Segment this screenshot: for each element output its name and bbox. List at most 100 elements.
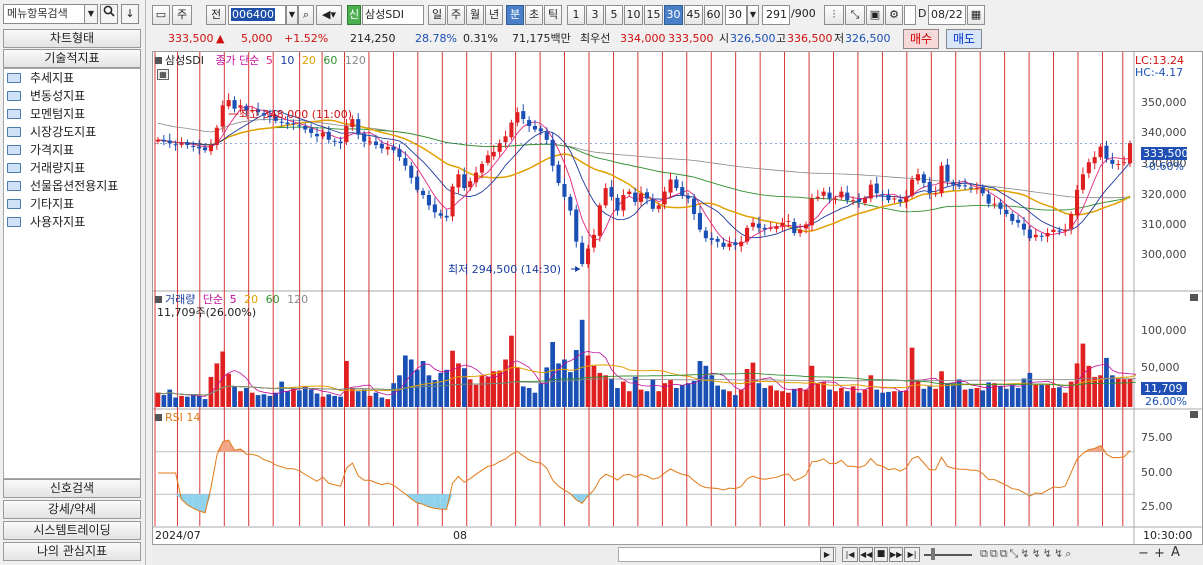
candle-body bbox=[644, 192, 649, 199]
volume-bar bbox=[267, 395, 273, 407]
grid-settings-icon[interactable]: ▦ bbox=[157, 69, 169, 80]
folder-icon bbox=[7, 127, 21, 137]
speaker-icon[interactable]: ◀▾ bbox=[316, 5, 342, 25]
period-toggle[interactable]: 주 bbox=[172, 5, 192, 25]
zoom-slider-thumb[interactable] bbox=[931, 548, 935, 560]
interval-60[interactable]: 60 bbox=[704, 5, 723, 25]
candle-body bbox=[750, 222, 755, 227]
menu-search-input[interactable]: 메뉴항목검색 bbox=[3, 4, 87, 24]
tree-item-volume[interactable]: 거래량지표 bbox=[4, 159, 140, 177]
chart-canvas[interactable] bbox=[153, 52, 1203, 546]
legend-ma10: 10 bbox=[280, 54, 295, 67]
date-checkbox[interactable] bbox=[904, 5, 916, 25]
search-dropdown-icon[interactable]: ▼ bbox=[84, 4, 98, 24]
candle-body bbox=[497, 143, 502, 152]
indicator-panel: 메뉴항목검색 ▼ ↓ 차트형태 기술적지표 추세지표 변동성지표 모멘텀지표 시… bbox=[0, 0, 146, 565]
horizontal-scrollbar[interactable] bbox=[618, 547, 836, 562]
calendar-icon[interactable]: ▦ bbox=[967, 5, 985, 25]
interval-30[interactable]: 30 bbox=[664, 5, 683, 25]
tree-item-volatility[interactable]: 변동성지표 bbox=[4, 87, 140, 105]
candle-body bbox=[733, 242, 738, 246]
close-volume-panel-icon[interactable] bbox=[1190, 294, 1198, 301]
prev-button[interactable]: 전 bbox=[206, 5, 226, 25]
drawing-tools[interactable]: ⧉⧉⧉⤡↯↯↯↯⌕ bbox=[980, 547, 1136, 562]
candle-body bbox=[326, 131, 331, 140]
font-size-icon[interactable]: A bbox=[1171, 545, 1180, 560]
search-icon[interactable] bbox=[100, 4, 118, 24]
scroll-right-icon[interactable]: ▶ bbox=[820, 547, 834, 562]
volume-bar bbox=[1121, 379, 1127, 407]
stock-code-input[interactable]: 006400 bbox=[228, 5, 286, 25]
interval-15[interactable]: 15 bbox=[644, 5, 663, 25]
volume-bar bbox=[892, 391, 897, 407]
tree-item-futures-options[interactable]: 선물옵션전용지표 bbox=[4, 177, 140, 195]
tree-item-user[interactable]: 사용자지표 bbox=[4, 213, 140, 231]
period-year[interactable]: 년 bbox=[485, 5, 503, 25]
tree-item-price[interactable]: 가격지표 bbox=[4, 141, 140, 159]
period-tick[interactable]: 틱 bbox=[544, 5, 562, 25]
step-forward-icon[interactable]: ▶▶ bbox=[889, 547, 903, 562]
tree-item-trend[interactable]: 추세지표 bbox=[4, 69, 140, 87]
interval-dropdown-icon[interactable]: ▼ bbox=[747, 5, 759, 25]
volume-bar bbox=[249, 392, 255, 407]
zoom-out-icon[interactable]: − bbox=[1138, 546, 1149, 561]
stock-name-field[interactable]: 삼성SDI bbox=[362, 5, 424, 25]
step-back-icon[interactable]: ◀◀ bbox=[859, 547, 873, 562]
period-day[interactable]: 일 bbox=[428, 5, 446, 25]
panel-handle-icon[interactable] bbox=[155, 296, 162, 303]
interval-10[interactable]: 10 bbox=[624, 5, 643, 25]
candle-body bbox=[992, 203, 997, 205]
chart-type-header[interactable]: 차트형태 bbox=[3, 29, 141, 48]
panel-handle-icon[interactable] bbox=[155, 57, 162, 64]
system-trading-button[interactable]: 시스템트레이딩 bbox=[3, 521, 141, 540]
sell-button[interactable]: 매도 bbox=[946, 29, 982, 49]
interval-select[interactable]: 30 bbox=[725, 5, 747, 25]
line-tool-icon[interactable]: ⤡ bbox=[845, 5, 865, 25]
chart-window: 메뉴항목검색 ▼ ↓ 차트형태 기술적지표 추세지표 변동성지표 모멘텀지표 시… bbox=[0, 0, 1203, 565]
scroll-end-icon[interactable]: ▶| bbox=[904, 547, 920, 562]
candle-body bbox=[538, 128, 543, 132]
save-icon[interactable]: ▣ bbox=[866, 5, 884, 25]
download-icon[interactable]: ↓ bbox=[121, 4, 139, 24]
chart-area[interactable]: 삼성SDI 종가 단순 5 10 20 60 120 ▦ 최고 348,000 … bbox=[152, 51, 1203, 546]
close-rsi-panel-icon[interactable] bbox=[1190, 411, 1198, 418]
my-indicators-button[interactable]: 나의 관심지표 bbox=[3, 542, 141, 561]
buy-button[interactable]: 매수 bbox=[903, 29, 939, 49]
code-dropdown-icon[interactable]: ▼ bbox=[286, 5, 298, 25]
volume-bar bbox=[279, 381, 284, 407]
gear-icon[interactable]: ⚙ bbox=[885, 5, 903, 25]
date-input[interactable]: 08/22 bbox=[928, 5, 966, 25]
scroll-start-icon[interactable]: |◀ bbox=[842, 547, 858, 562]
stock-search-icon[interactable]: ⌕ bbox=[298, 5, 314, 25]
candle-body bbox=[503, 136, 508, 143]
signal-search-button[interactable]: 신호검색 bbox=[3, 479, 141, 498]
volume-bar bbox=[344, 361, 349, 407]
interval-45[interactable]: 45 bbox=[684, 5, 703, 25]
volume-bar bbox=[1051, 388, 1056, 407]
layout-icon[interactable]: ▭ bbox=[152, 5, 170, 25]
period-week[interactable]: 주 bbox=[447, 5, 465, 25]
strength-weakness-button[interactable]: 강세/약세 bbox=[3, 500, 141, 519]
stop-icon[interactable]: ■ bbox=[874, 547, 888, 562]
volume-bar bbox=[244, 388, 249, 407]
volume-bar bbox=[962, 389, 968, 407]
volume-bar bbox=[544, 367, 550, 407]
tree-item-market-strength[interactable]: 시장강도지표 bbox=[4, 123, 140, 141]
candle-body bbox=[297, 125, 302, 127]
interval-1[interactable]: 1 bbox=[567, 5, 585, 25]
period-minute[interactable]: 분 bbox=[506, 5, 524, 25]
panel-handle-icon[interactable] bbox=[155, 414, 162, 421]
zoom-in-icon[interactable]: + bbox=[1154, 546, 1165, 561]
period-month[interactable]: 월 bbox=[466, 5, 484, 25]
tree-item-other[interactable]: 기타지표 bbox=[4, 195, 140, 213]
candle-body bbox=[586, 248, 591, 265]
period-second[interactable]: 초 bbox=[525, 5, 543, 25]
candle-tool-icon[interactable]: ⫶ bbox=[824, 5, 844, 25]
interval-5[interactable]: 5 bbox=[605, 5, 623, 25]
tree-item-momentum[interactable]: 모멘텀지표 bbox=[4, 105, 140, 123]
candle-body bbox=[438, 213, 443, 216]
count-input[interactable]: 291 bbox=[762, 5, 790, 25]
volume-current-pct: 26.00% bbox=[1145, 395, 1187, 408]
interval-3[interactable]: 3 bbox=[586, 5, 604, 25]
tech-indicator-header[interactable]: 기술적지표 bbox=[3, 49, 141, 68]
